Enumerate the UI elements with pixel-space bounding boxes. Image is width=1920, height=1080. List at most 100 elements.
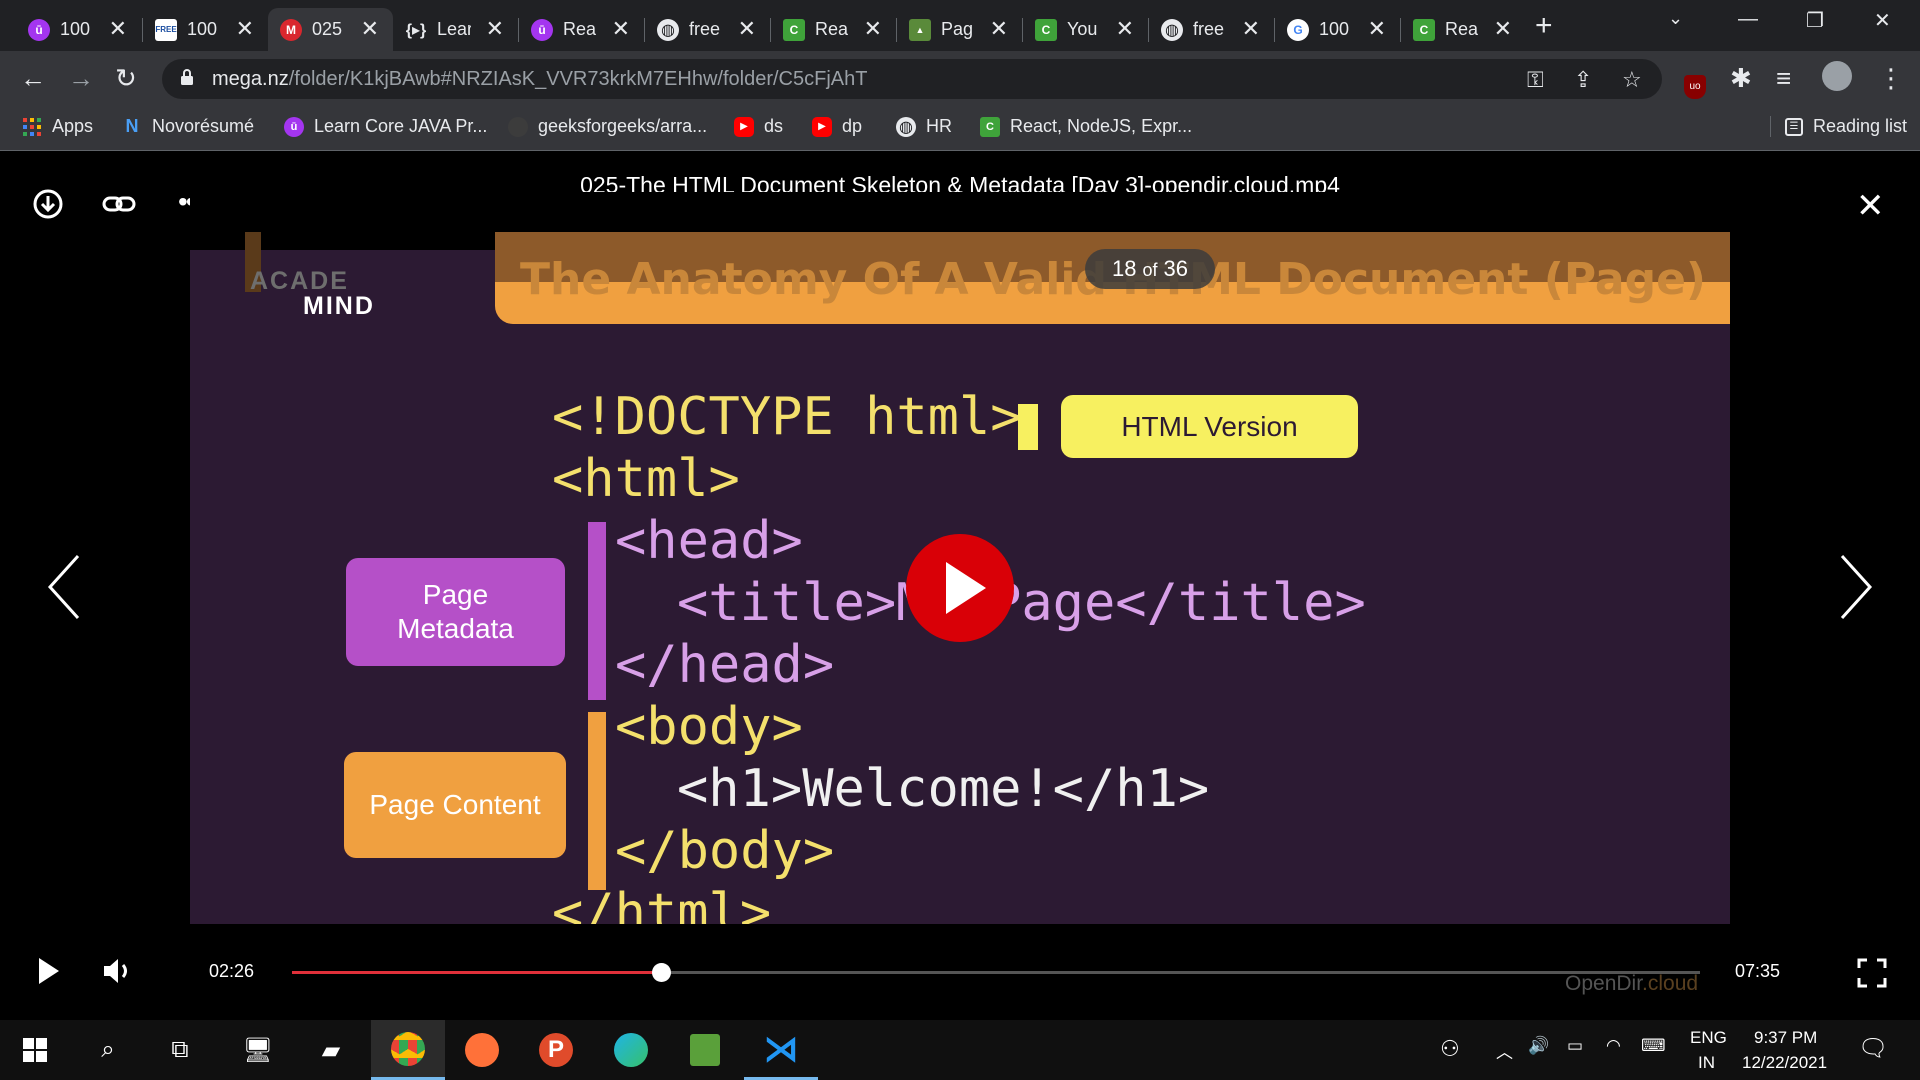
code-line-body-open: <body> <box>615 697 803 757</box>
seek-handle[interactable] <box>651 963 671 982</box>
udemy-icon: ū <box>531 18 553 41</box>
speaker-icon[interactable]: 🔊 <box>1528 1036 1549 1056</box>
tab-title: 025 <box>312 19 343 39</box>
freecodecamp-icon: C <box>783 18 805 41</box>
tab-title: 100 <box>187 19 218 39</box>
back-button[interactable]: ← <box>20 63 46 93</box>
address-bar[interactable]: mega.nz/folder/K1kjBAwb#NRZIAsK_VVR73krk… <box>162 59 1662 99</box>
bookmark-label: React, NodeJS, Expr... <box>1010 116 1193 136</box>
password-key-icon[interactable]: ⚿ <box>1527 67 1544 93</box>
chrome-taskbar-icon[interactable] <box>371 1020 445 1080</box>
close-tab-icon[interactable]: ✕ <box>361 18 379 40</box>
tab-title: Rea <box>1445 19 1479 39</box>
globe-icon: ◍ <box>1161 18 1183 41</box>
browser-tab[interactable]: C You ✕ <box>1023 8 1148 51</box>
media-controls-icon[interactable]: ≡ <box>1776 63 1791 93</box>
reload-button[interactable]: ↻ <box>115 63 137 93</box>
close-tab-icon[interactable]: ✕ <box>864 18 882 40</box>
reading-list-button[interactable]: ☰ Reading list <box>1770 116 1907 137</box>
file-editor-icon[interactable] <box>685 1030 725 1070</box>
bookmark-apps[interactable]: Apps <box>22 116 93 137</box>
battery-icon[interactable]: ▭ <box>1567 1036 1583 1056</box>
language-bottom[interactable]: IN <box>1698 1053 1715 1073</box>
close-tab-icon[interactable]: ✕ <box>486 18 504 40</box>
bookmark-novoresume[interactable]: N Novorésumé <box>122 116 255 137</box>
browser-tab[interactable]: ū Rea ✕ <box>519 8 644 51</box>
wifi-icon[interactable]: ◠ <box>1606 1036 1621 1056</box>
browser-tab[interactable]: C Rea ✕ <box>771 8 896 51</box>
bookmark-learn-java[interactable]: ū Learn Core JAVA Pr... <box>284 116 487 137</box>
notepad-icon[interactable]: ▰ <box>311 1030 351 1070</box>
bookmark-label: Learn Core JAVA Pr... <box>314 116 488 136</box>
keyboard-icon[interactable]: ⌨ <box>1641 1036 1666 1056</box>
previous-arrow-icon[interactable] <box>46 552 82 627</box>
play-button[interactable] <box>36 956 62 991</box>
edge-icon[interactable] <box>611 1030 651 1070</box>
pdf-reader-icon[interactable]: P <box>536 1030 576 1070</box>
metadata-bracket <box>588 522 606 700</box>
new-tab-button[interactable]: + <box>1535 11 1553 41</box>
clock-date[interactable]: 12/22/2021 <box>1742 1053 1827 1073</box>
close-tab-icon[interactable]: ✕ <box>109 18 127 40</box>
show-hidden-icons[interactable]: ︿ <box>1496 1038 1513 1063</box>
close-window-button[interactable]: ✕ <box>1874 8 1891 33</box>
code-line-h1: <h1>Welcome!</h1> <box>677 759 1210 819</box>
close-viewer-icon[interactable]: ✕ <box>1856 186 1885 226</box>
browser-tab[interactable]: ū 100 ✕ <box>16 8 141 51</box>
download-icon[interactable] <box>32 188 64 225</box>
bookmark-hr[interactable]: ◍ HR <box>896 116 952 137</box>
this-pc-icon[interactable]: 🖥 <box>238 1030 278 1070</box>
novoresume-icon: N <box>125 116 139 136</box>
browser-tab[interactable]: FREE 100 ✕ <box>143 8 268 51</box>
lock-icon <box>181 69 193 85</box>
minimize-button[interactable]: — <box>1738 8 1758 31</box>
close-tab-icon[interactable]: ✕ <box>1494 18 1512 40</box>
callout-page-content: Page Content <box>344 752 566 858</box>
browser-tab[interactable]: ▲ Pag ✕ <box>897 8 1022 51</box>
browser-tab[interactable]: ◍ free ✕ <box>1149 8 1274 51</box>
ublock-icon[interactable]: uo <box>1684 65 1706 99</box>
close-tab-icon[interactable]: ✕ <box>738 18 756 40</box>
bookmark-dp[interactable]: ▶ dp <box>812 116 862 137</box>
tab-title: Pag <box>941 19 974 39</box>
clock-time[interactable]: 9:37 PM <box>1754 1028 1817 1048</box>
notifications-icon[interactable]: 🗨 <box>1858 1034 1888 1063</box>
close-tab-icon[interactable]: ✕ <box>612 18 630 40</box>
volume-icon <box>104 959 127 983</box>
bookmark-react-nodejs[interactable]: C React, NodeJS, Expr... <box>980 116 1192 137</box>
seek-progress <box>292 971 661 974</box>
search-icon[interactable]: ⌕ <box>88 1030 128 1070</box>
close-tab-icon[interactable]: ✕ <box>1242 18 1260 40</box>
link-icon[interactable] <box>102 188 136 225</box>
menu-kebab-icon[interactable]: ⋮ <box>1878 63 1904 93</box>
task-view-icon[interactable]: ⧉ <box>160 1030 200 1070</box>
browser-tab-active[interactable]: M 025 ✕ <box>268 8 393 51</box>
firefox-icon[interactable] <box>462 1030 502 1070</box>
bookmark-star-icon[interactable]: ☆ <box>1622 67 1642 93</box>
browser-tab[interactable]: G 100 ✕ <box>1275 8 1400 51</box>
share-icon[interactable]: ⇪ <box>1574 67 1592 93</box>
language-top[interactable]: ENG <box>1690 1028 1727 1048</box>
avatar[interactable] <box>1822 61 1852 97</box>
restore-button[interactable]: ❐ <box>1806 8 1824 33</box>
close-tab-icon[interactable]: ✕ <box>236 18 254 40</box>
bookmark-geeksforgeeks[interactable]: geeksforgeeks/arra... <box>508 116 707 137</box>
browser-tab[interactable]: {▸} Lear ✕ <box>393 8 518 51</box>
forward-button[interactable]: → <box>68 63 94 93</box>
volume-button[interactable] <box>102 956 134 991</box>
close-tab-icon[interactable]: ✕ <box>1368 18 1386 40</box>
next-arrow-icon[interactable] <box>1838 552 1874 627</box>
close-tab-icon[interactable]: ✕ <box>1116 18 1134 40</box>
vscode-icon[interactable]: ⋊ <box>744 1020 818 1080</box>
bookmark-ds[interactable]: ▶ ds <box>734 116 783 137</box>
extensions-puzzle-icon[interactable]: ✱ <box>1730 63 1752 93</box>
people-icon[interactable]: ⚇ <box>1440 1036 1460 1062</box>
windows-start-icon[interactable] <box>15 1030 55 1070</box>
fullscreen-icon[interactable] <box>1857 958 1887 993</box>
browser-tab[interactable]: ◍ free ✕ <box>645 8 770 51</box>
big-play-button[interactable] <box>906 534 1014 642</box>
tab-search-icon[interactable]: ⌄ <box>1668 8 1683 29</box>
browser-tab[interactable]: C Rea ✕ <box>1401 8 1526 51</box>
close-tab-icon[interactable]: ✕ <box>990 18 1008 40</box>
seek-bar[interactable] <box>292 963 1700 982</box>
